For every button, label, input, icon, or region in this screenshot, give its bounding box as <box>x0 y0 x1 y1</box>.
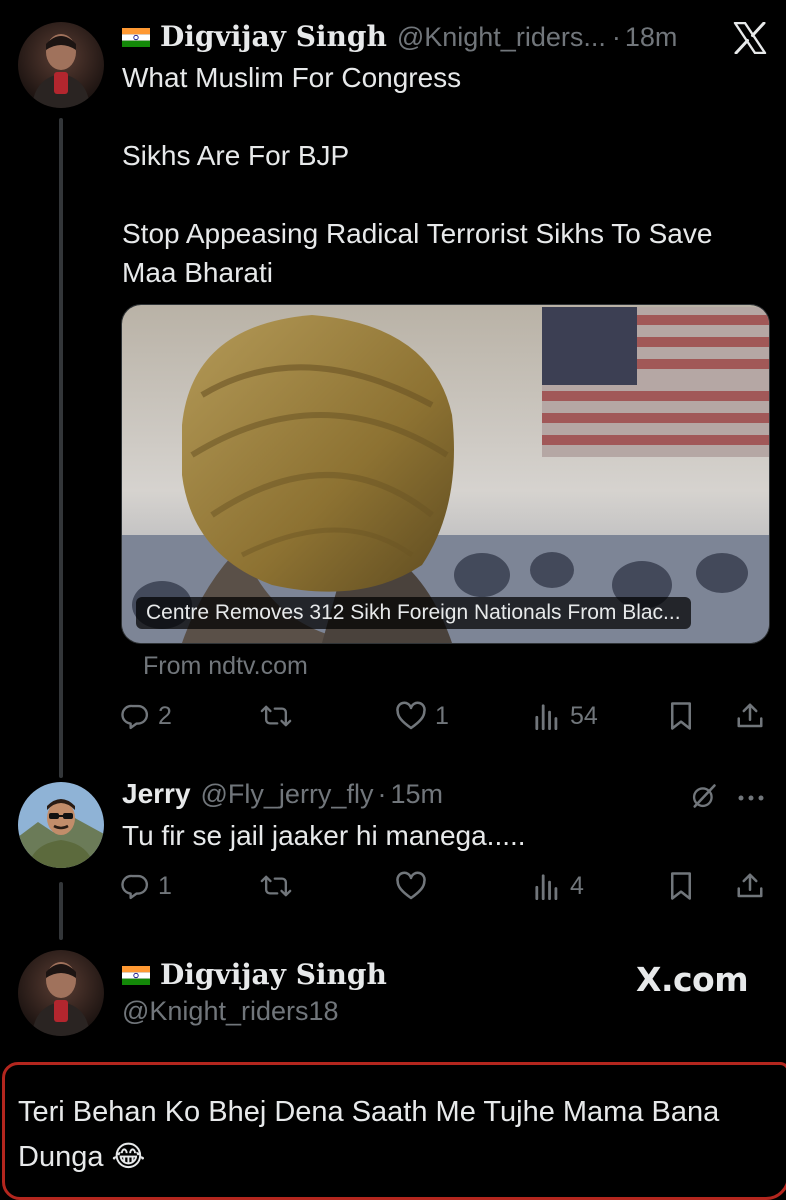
x-logo-icon[interactable] <box>733 21 767 59</box>
tweet-text: What Muslim For Congress Sikhs Are For B… <box>122 58 772 292</box>
share-icon <box>735 701 765 731</box>
reply-text: Tu fir se jail jaaker hi manega..... <box>122 820 526 851</box>
more-icon[interactable] <box>737 790 765 808</box>
views-button[interactable]: 54 <box>534 702 598 731</box>
share-icon <box>735 871 765 901</box>
india-flag-icon <box>122 966 150 985</box>
thread-line <box>59 118 63 778</box>
display-name[interactable]: Digvijay Singh <box>160 958 387 991</box>
thread-line <box>59 882 63 940</box>
views-count: 54 <box>570 701 598 730</box>
retweet-icon <box>260 871 292 901</box>
grok-icon[interactable] <box>690 782 718 815</box>
brand-label: X.com <box>636 960 749 999</box>
views-icon <box>534 872 560 900</box>
retweet-button[interactable] <box>260 701 292 731</box>
like-button[interactable] <box>395 871 427 901</box>
separator-dot: · <box>611 22 621 52</box>
timestamp[interactable]: 15m <box>390 779 443 810</box>
avatar[interactable] <box>18 950 104 1036</box>
heart-icon <box>395 701 427 731</box>
link-card[interactable]: Centre Removes 312 Sikh Foreign National… <box>121 304 770 644</box>
reply-button[interactable]: 2 <box>120 701 172 731</box>
tweet-line: Sikhs Are For BJP <box>122 140 350 171</box>
user-handle[interactable]: @Fly_jerry_fly <box>201 779 374 810</box>
reply-button[interactable]: 1 <box>120 871 172 901</box>
timestamp[interactable]: 18m <box>625 22 678 53</box>
display-name[interactable]: Digvijay Singh <box>160 20 387 53</box>
tweet-actions: 1 4 <box>120 868 770 904</box>
bookmark-button[interactable] <box>668 871 694 901</box>
user-handle[interactable]: @Knight_riders18 <box>122 996 339 1027</box>
avatar[interactable] <box>18 782 104 868</box>
share-button[interactable] <box>735 871 765 901</box>
tweet-header: Jerry @Fly_jerry_fly · 15m <box>122 778 443 810</box>
tweet-text: Teri Behan Ko Bhej Dena Saath Me Tujhe M… <box>18 1096 720 1173</box>
reply-count: 2 <box>158 701 172 730</box>
like-count: 1 <box>435 701 449 730</box>
retweet-icon <box>260 701 292 731</box>
reply-icon <box>120 871 150 901</box>
reply-icon <box>120 701 150 731</box>
reply-count: 1 <box>158 871 172 900</box>
retweet-button[interactable] <box>260 871 292 901</box>
tweet-actions: 2 1 54 <box>120 698 770 734</box>
bookmark-icon <box>668 701 694 731</box>
bookmark-icon <box>668 871 694 901</box>
views-count: 4 <box>570 871 584 900</box>
share-button[interactable] <box>735 701 765 731</box>
card-source[interactable]: From ndtv.com <box>143 652 308 681</box>
card-caption: Centre Removes 312 Sikh Foreign National… <box>136 597 691 629</box>
views-icon <box>534 702 560 730</box>
avatar[interactable] <box>18 22 104 108</box>
tweet-header: Digvijay Singh <box>122 958 387 991</box>
tweet-line: Stop Appeasing Radical Terrorist Sikhs T… <box>122 218 713 288</box>
separator-dot: · <box>377 779 387 809</box>
display-name[interactable]: Jerry <box>122 778 191 810</box>
like-button[interactable]: 1 <box>395 701 449 731</box>
tweet-line: What Muslim For Congress <box>122 62 462 93</box>
heart-icon <box>395 871 427 901</box>
card-image <box>122 305 769 643</box>
user-handle[interactable]: @Knight_riders... <box>397 22 606 53</box>
brand-watermark: X.com <box>636 960 749 999</box>
india-flag-icon <box>122 28 150 47</box>
bookmark-button[interactable] <box>668 701 694 731</box>
tweet-header: Digvijay Singh @Knight_riders... · 18m <box>122 20 677 53</box>
views-button[interactable]: 4 <box>534 872 584 901</box>
